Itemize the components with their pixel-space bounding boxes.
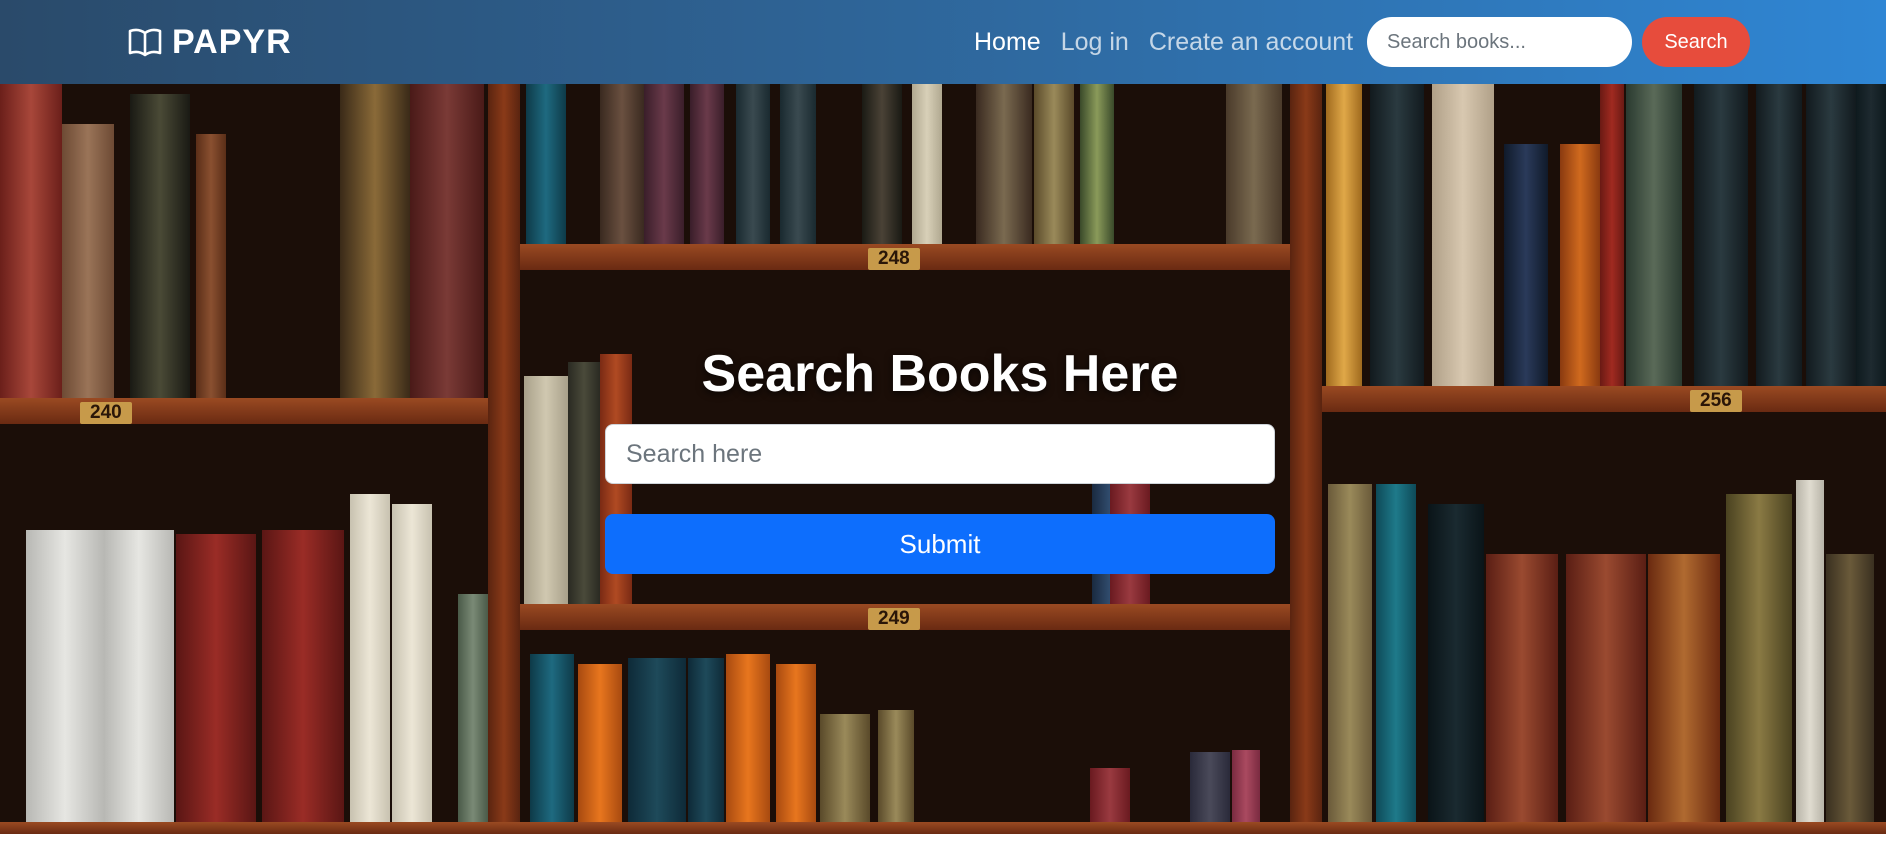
book <box>262 530 344 822</box>
book <box>976 84 1032 244</box>
book <box>1486 554 1558 822</box>
book <box>1648 554 1720 822</box>
book <box>912 84 942 244</box>
shelf-bottom <box>0 822 1886 834</box>
book <box>1376 484 1416 822</box>
shelf-number-plate: 249 <box>868 608 920 630</box>
book <box>688 658 724 822</box>
nav-links: Home Log in Create an account <box>974 0 1353 84</box>
book <box>1232 750 1260 822</box>
open-book-icon <box>128 28 162 57</box>
navbar: PAPYR Home Log in Create an account Sear… <box>0 0 1886 84</box>
book <box>1806 84 1856 386</box>
book <box>392 504 432 822</box>
book <box>1856 84 1886 386</box>
book <box>130 94 190 398</box>
book <box>726 654 770 822</box>
book <box>526 84 566 244</box>
brand-name: PAPYR <box>172 22 292 61</box>
book <box>196 134 226 398</box>
shelf-number-plate: 240 <box>80 402 132 424</box>
book <box>1756 84 1802 386</box>
brand-logo[interactable]: PAPYR <box>128 0 292 84</box>
book <box>776 664 816 822</box>
book <box>600 84 644 244</box>
book <box>1726 494 1792 822</box>
book <box>690 84 724 244</box>
book <box>1504 144 1548 386</box>
submit-button[interactable]: Submit <box>605 514 1275 574</box>
book <box>736 84 770 244</box>
book <box>1328 484 1372 822</box>
book <box>1428 504 1484 822</box>
shelf-number-plate: 256 <box>1690 390 1742 412</box>
book <box>62 124 114 398</box>
book <box>1034 84 1074 244</box>
book <box>26 530 104 822</box>
book <box>176 534 256 822</box>
bookcase-post-left <box>488 84 520 834</box>
book <box>862 84 902 244</box>
book <box>1796 480 1824 822</box>
hero-search-input[interactable] <box>605 424 1275 484</box>
book <box>1090 768 1130 822</box>
book <box>350 494 390 822</box>
book <box>1190 752 1230 822</box>
book <box>1694 84 1748 386</box>
header-search-button[interactable]: Search <box>1642 17 1750 67</box>
book <box>1566 554 1646 822</box>
book <box>1626 84 1682 386</box>
book <box>1326 84 1362 386</box>
book <box>524 376 568 604</box>
book <box>1432 84 1494 386</box>
header-search-input[interactable] <box>1367 17 1632 67</box>
shelf-number-plate: 248 <box>868 248 920 270</box>
nav-link-create-account[interactable]: Create an account <box>1149 28 1353 57</box>
book <box>104 530 174 822</box>
book <box>1600 84 1624 386</box>
book <box>568 362 600 604</box>
book <box>578 664 622 822</box>
book <box>458 594 488 822</box>
book <box>340 84 410 398</box>
book <box>644 84 684 244</box>
bookcase-post-right <box>1290 84 1322 834</box>
book <box>820 714 870 822</box>
book <box>1560 144 1600 386</box>
book <box>1080 84 1114 244</box>
book <box>628 658 686 822</box>
nav-link-login[interactable]: Log in <box>1061 28 1129 57</box>
book <box>878 710 914 822</box>
shelf-left-upper <box>0 398 488 424</box>
book <box>1826 554 1874 822</box>
hero-title: Search Books Here <box>701 345 1179 403</box>
shelf-right-upper <box>1322 386 1886 412</box>
book <box>0 84 62 398</box>
book <box>1226 84 1282 244</box>
book <box>780 84 816 244</box>
book <box>1370 84 1424 386</box>
book <box>530 654 574 822</box>
book <box>410 84 484 398</box>
nav-link-home[interactable]: Home <box>974 28 1041 57</box>
